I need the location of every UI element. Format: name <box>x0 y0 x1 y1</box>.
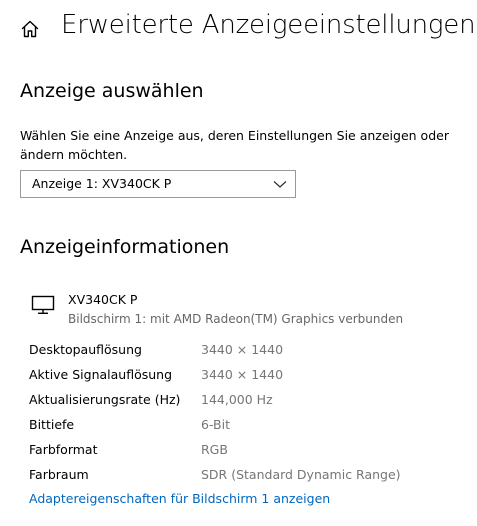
display-select-dropdown[interactable]: Anzeige 1: XV340CK P <box>20 170 296 198</box>
chevron-down-icon <box>273 181 287 188</box>
info-label: Aktive Signalauflösung <box>29 367 173 382</box>
info-row-active-signal-resolution: Aktive Signalauflösung 3440 × 1440 <box>0 367 477 387</box>
info-value: 3440 × 1440 <box>201 367 284 382</box>
display-select-value: Anzeige 1: XV340CK P <box>32 176 172 191</box>
info-value: 144,000 Hz <box>201 392 273 407</box>
monitor-subtitle: Bildschirm 1: mit AMD Radeon(TM) Graphic… <box>68 312 404 326</box>
info-label: Farbformat <box>29 442 98 457</box>
adapter-properties-link[interactable]: Adaptereigenschaften für Bildschirm 1 an… <box>29 491 330 506</box>
info-row-color-space: Farbraum SDR (Standard Dynamic Range) <box>0 467 477 487</box>
info-row-bit-depth: Bittiefe 6-Bit <box>0 417 477 437</box>
page-title: Erweiterte Anzeigeeinstellungen <box>61 10 476 40</box>
info-label: Desktopauflösung <box>29 342 142 357</box>
info-value: 3440 × 1440 <box>201 342 284 357</box>
home-button[interactable] <box>18 17 42 41</box>
select-display-description: Wählen Sie eine Anzeige aus, deren Einst… <box>20 128 449 162</box>
info-value: SDR (Standard Dynamic Range) <box>201 467 401 482</box>
info-value: 6-Bit <box>201 417 230 432</box>
info-row-refresh-rate: Aktualisierungsrate (Hz) 144,000 Hz <box>0 392 477 412</box>
info-value: RGB <box>201 442 228 457</box>
select-display-heading: Anzeige auswählen <box>20 80 204 102</box>
home-icon <box>21 20 39 38</box>
info-row-desktop-resolution: Desktopauflösung 3440 × 1440 <box>0 342 477 362</box>
page-header: Erweiterte Anzeigeeinstellungen <box>0 0 477 60</box>
monitor-icon <box>31 295 55 314</box>
info-row-color-format: Farbformat RGB <box>0 442 477 462</box>
info-label: Bittiefe <box>29 417 75 432</box>
monitor-name: XV340CK P <box>68 292 138 307</box>
info-label: Farbraum <box>29 467 89 482</box>
info-label: Aktualisierungsrate (Hz) <box>29 392 181 407</box>
display-info-heading: Anzeigeinformationen <box>20 236 230 258</box>
